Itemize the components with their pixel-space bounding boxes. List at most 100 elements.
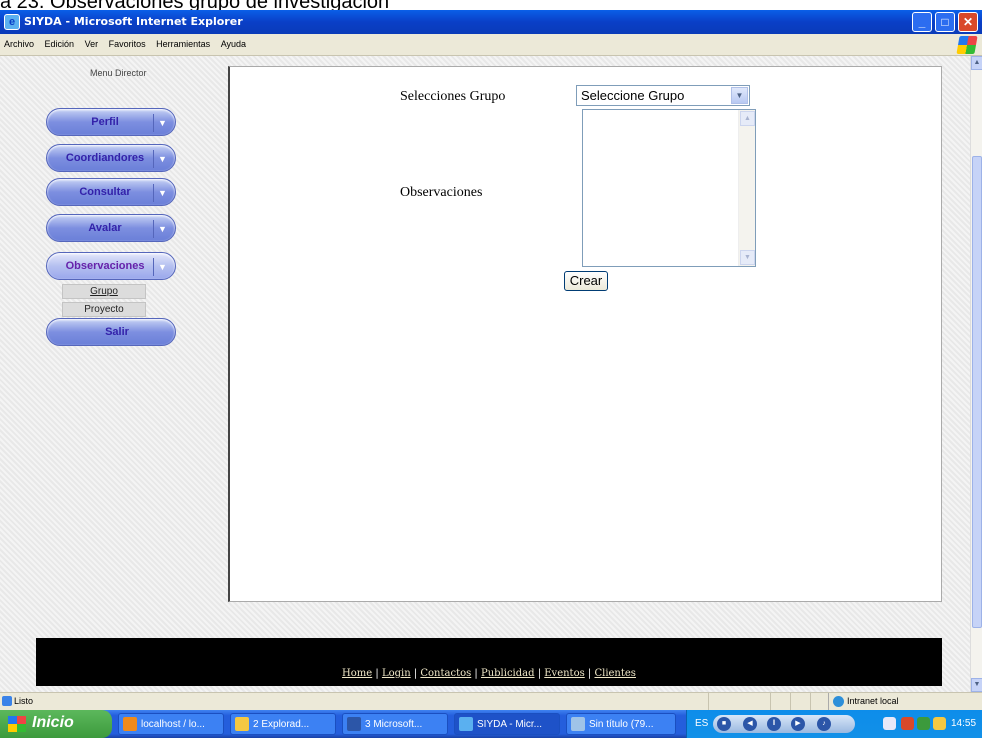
chevron-down-icon[interactable]: ▼ xyxy=(153,184,171,202)
language-indicator[interactable]: ES xyxy=(695,718,708,729)
taskbar: Inicio localhost / lo... 2 Explorad... 3… xyxy=(0,710,982,738)
nav-salir-label: Salir xyxy=(105,326,129,338)
windows-flag-icon xyxy=(8,716,26,732)
nav-avalar-label: Avalar xyxy=(88,222,122,234)
chevron-down-icon[interactable]: ▼ xyxy=(731,87,748,104)
footer-link-eventos[interactable]: Eventos xyxy=(544,668,584,679)
footer-links: Home | Login | Contactos | Publicidad | … xyxy=(36,668,942,679)
menu-archivo[interactable]: Archivo xyxy=(0,34,38,49)
footer-separator: | xyxy=(534,668,545,679)
media-previous-icon[interactable]: ◀ xyxy=(743,717,757,731)
observations-textarea[interactable]: ▲ ▼ xyxy=(582,109,756,267)
start-label: Inicio xyxy=(32,714,74,731)
page-icon xyxy=(2,696,12,706)
nav-consultar-button[interactable]: Consultar ▼ xyxy=(46,178,176,206)
observations-label: Observaciones xyxy=(400,185,483,200)
chevron-down-icon[interactable]: ▼ xyxy=(153,258,171,276)
chevron-down-icon[interactable]: ▼ xyxy=(153,220,171,238)
taskbar-button-siyda[interactable]: SIYDA - Micr... xyxy=(454,713,560,735)
start-button[interactable]: Inicio xyxy=(0,710,112,738)
security-zone: Intranet local xyxy=(828,693,982,711)
taskbar-label: SIYDA - Micr... xyxy=(477,719,543,730)
submenu-grupo-link[interactable]: Grupo xyxy=(62,284,146,299)
nav-perfil-label: Perfil xyxy=(91,116,119,128)
textarea-scrollbar[interactable]: ▲ ▼ xyxy=(738,110,755,266)
status-divider xyxy=(810,693,811,711)
scroll-up-icon[interactable]: ▲ xyxy=(740,111,755,126)
media-player-toolbar: ■ ◀ ‖ ▶ ♪ xyxy=(713,715,855,733)
chevron-down-icon[interactable]: ▼ xyxy=(153,114,171,132)
menu-bar: Archivo Edición Ver Favoritos Herramient… xyxy=(0,34,982,56)
folder-icon xyxy=(235,717,249,731)
taskbar-label: localhost / lo... xyxy=(141,719,205,730)
nav-coordinadores-button[interactable]: Coordiandores ▼ xyxy=(46,144,176,172)
status-bar: Listo Intranet local xyxy=(0,692,982,711)
internet-explorer-icon xyxy=(459,717,473,731)
tray-mail-icon[interactable] xyxy=(901,717,914,730)
footer-separator: | xyxy=(471,668,481,679)
footer-link-home[interactable]: Home xyxy=(342,668,372,679)
footer-link-publicidad[interactable]: Publicidad xyxy=(481,668,535,679)
menu-ver[interactable]: Ver xyxy=(81,34,103,49)
nav-observaciones-button[interactable]: Observaciones ▼ xyxy=(46,252,176,280)
tray-network-icon[interactable] xyxy=(917,717,930,730)
browser-viewport: Menu Director Perfil ▼ Coordiandores ▼ C… xyxy=(0,56,970,692)
media-pause-icon[interactable]: ‖ xyxy=(767,717,781,731)
nav-coordinadores-label: Coordiandores xyxy=(65,152,145,164)
firefox-icon xyxy=(123,717,137,731)
taskbar-label: 2 Explorad... xyxy=(253,719,310,730)
close-button[interactable]: ✕ xyxy=(958,12,978,32)
menu-herramientas[interactable]: Herramientas xyxy=(152,34,214,49)
taskbar-button-paint[interactable]: Sin título (79... xyxy=(566,713,676,735)
volume-icon[interactable]: ♪ xyxy=(817,717,831,731)
paint-icon xyxy=(571,717,585,731)
main-panel: Selecciones Grupo Seleccione Grupo ▼ Obs… xyxy=(228,66,942,602)
tray-arrow-icon[interactable] xyxy=(883,717,896,730)
submenu-proyecto-link[interactable]: Proyecto xyxy=(62,302,146,317)
nav-avalar-button[interactable]: Avalar ▼ xyxy=(46,214,176,242)
footer-link-contactos[interactable]: Contactos xyxy=(420,668,471,679)
footer-link-login[interactable]: Login xyxy=(382,668,411,679)
internet-explorer-icon: e xyxy=(4,14,20,30)
taskbar-button-localhost[interactable]: localhost / lo... xyxy=(118,713,224,735)
media-next-icon[interactable]: ▶ xyxy=(791,717,805,731)
taskbar-label: 3 Microsoft... xyxy=(365,719,423,730)
scrollbar-thumb[interactable] xyxy=(972,156,982,628)
footer-separator: | xyxy=(584,668,595,679)
taskbar-clock: 14:55 xyxy=(951,718,977,729)
maximize-button[interactable]: □ xyxy=(935,12,955,32)
crear-button[interactable]: Crear xyxy=(564,271,608,291)
footer-separator: | xyxy=(410,668,421,679)
chevron-down-icon[interactable]: ▼ xyxy=(153,150,171,168)
word-icon xyxy=(347,717,361,731)
scroll-down-icon[interactable]: ▼ xyxy=(740,250,755,265)
taskbar-button-explorer[interactable]: 2 Explorad... xyxy=(230,713,336,735)
globe-icon xyxy=(833,696,844,707)
status-divider xyxy=(790,693,791,711)
taskbar-button-word[interactable]: 3 Microsoft... xyxy=(342,713,448,735)
window-titlebar[interactable]: e SIYDA - Microsoft Internet Explorer _ … xyxy=(0,10,982,34)
nav-salir-button[interactable]: Salir xyxy=(46,318,176,346)
status-divider xyxy=(770,693,771,711)
status-text: Listo xyxy=(14,696,34,706)
menu-favoritos[interactable]: Favoritos xyxy=(105,34,150,49)
system-tray: ES ■ ◀ ‖ ▶ ♪ 14:55 xyxy=(686,710,982,738)
nav-observaciones-label: Observaciones xyxy=(65,260,145,272)
minimize-button[interactable]: _ xyxy=(912,12,932,32)
group-select[interactable]: Seleccione Grupo ▼ xyxy=(576,85,750,106)
tray-clock-icon[interactable] xyxy=(933,717,946,730)
scroll-down-icon[interactable]: ▼ xyxy=(971,678,982,692)
nav-perfil-button[interactable]: Perfil ▼ xyxy=(46,108,176,136)
scroll-up-icon[interactable]: ▲ xyxy=(971,56,982,70)
nav-consultar-label: Consultar xyxy=(79,186,131,198)
taskbar-label: Sin título (79... xyxy=(589,719,654,730)
group-label: Selecciones Grupo xyxy=(400,89,506,104)
menu-ayuda[interactable]: Ayuda xyxy=(217,34,250,49)
zone-label: Intranet local xyxy=(847,696,899,706)
window-title: SIYDA - Microsoft Internet Explorer xyxy=(24,15,243,28)
footer-link-clientes[interactable]: Clientes xyxy=(594,668,635,679)
menu-edicion[interactable]: Edición xyxy=(41,34,79,49)
sidebar-title: Menu Director xyxy=(90,68,147,78)
page-scrollbar[interactable]: ▲ ▼ xyxy=(970,56,982,692)
media-stop-icon[interactable]: ■ xyxy=(717,717,731,731)
